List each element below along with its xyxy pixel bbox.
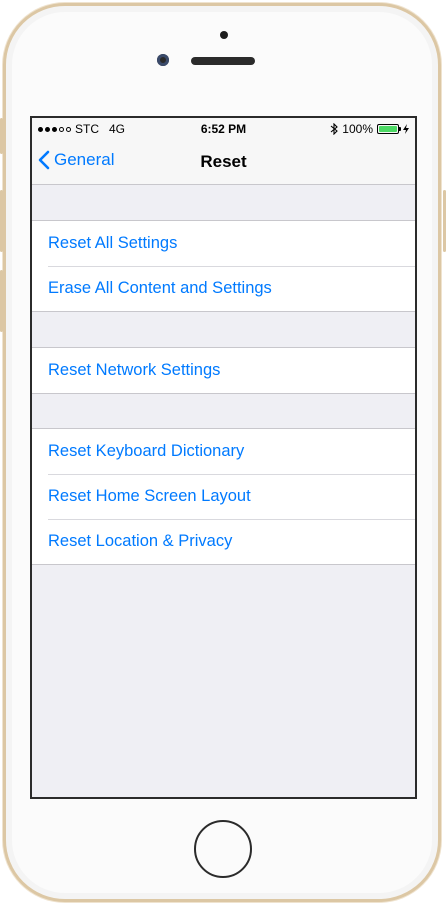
navigation-bar: General Reset (32, 140, 415, 185)
proximity-sensor (220, 31, 228, 39)
reset-location-privacy-cell[interactable]: Reset Location & Privacy (32, 519, 415, 564)
battery-percent: 100% (342, 122, 373, 136)
home-button[interactable] (194, 820, 252, 878)
page-title: Reset (200, 152, 247, 171)
battery-tip (399, 127, 401, 131)
screen: STC 4G 6:52 PM 100% General Reset Reset … (30, 116, 417, 799)
settings-group-1: Reset All Settings Erase All Content and… (32, 220, 415, 312)
erase-all-content-cell[interactable]: Erase All Content and Settings (32, 266, 415, 311)
battery-fill (379, 126, 397, 132)
reset-all-settings-cell[interactable]: Reset All Settings (32, 221, 415, 266)
settings-group-2: Reset Network Settings (32, 347, 415, 394)
reset-keyboard-dictionary-cell[interactable]: Reset Keyboard Dictionary (32, 429, 415, 474)
reset-network-settings-cell[interactable]: Reset Network Settings (32, 348, 415, 393)
front-camera (157, 54, 169, 66)
side-button-volume-up (0, 190, 3, 252)
reset-home-screen-layout-cell[interactable]: Reset Home Screen Layout (32, 474, 415, 519)
status-bar: STC 4G 6:52 PM 100% (32, 118, 415, 140)
charging-icon (403, 124, 409, 134)
settings-group-3: Reset Keyboard Dictionary Reset Home Scr… (32, 428, 415, 565)
bluetooth-icon (330, 123, 339, 135)
side-button-volume-down (0, 270, 3, 332)
status-right: 100% (330, 122, 409, 136)
earpiece-speaker (191, 57, 255, 65)
battery-icon (377, 124, 401, 134)
side-button-mute (0, 118, 3, 154)
